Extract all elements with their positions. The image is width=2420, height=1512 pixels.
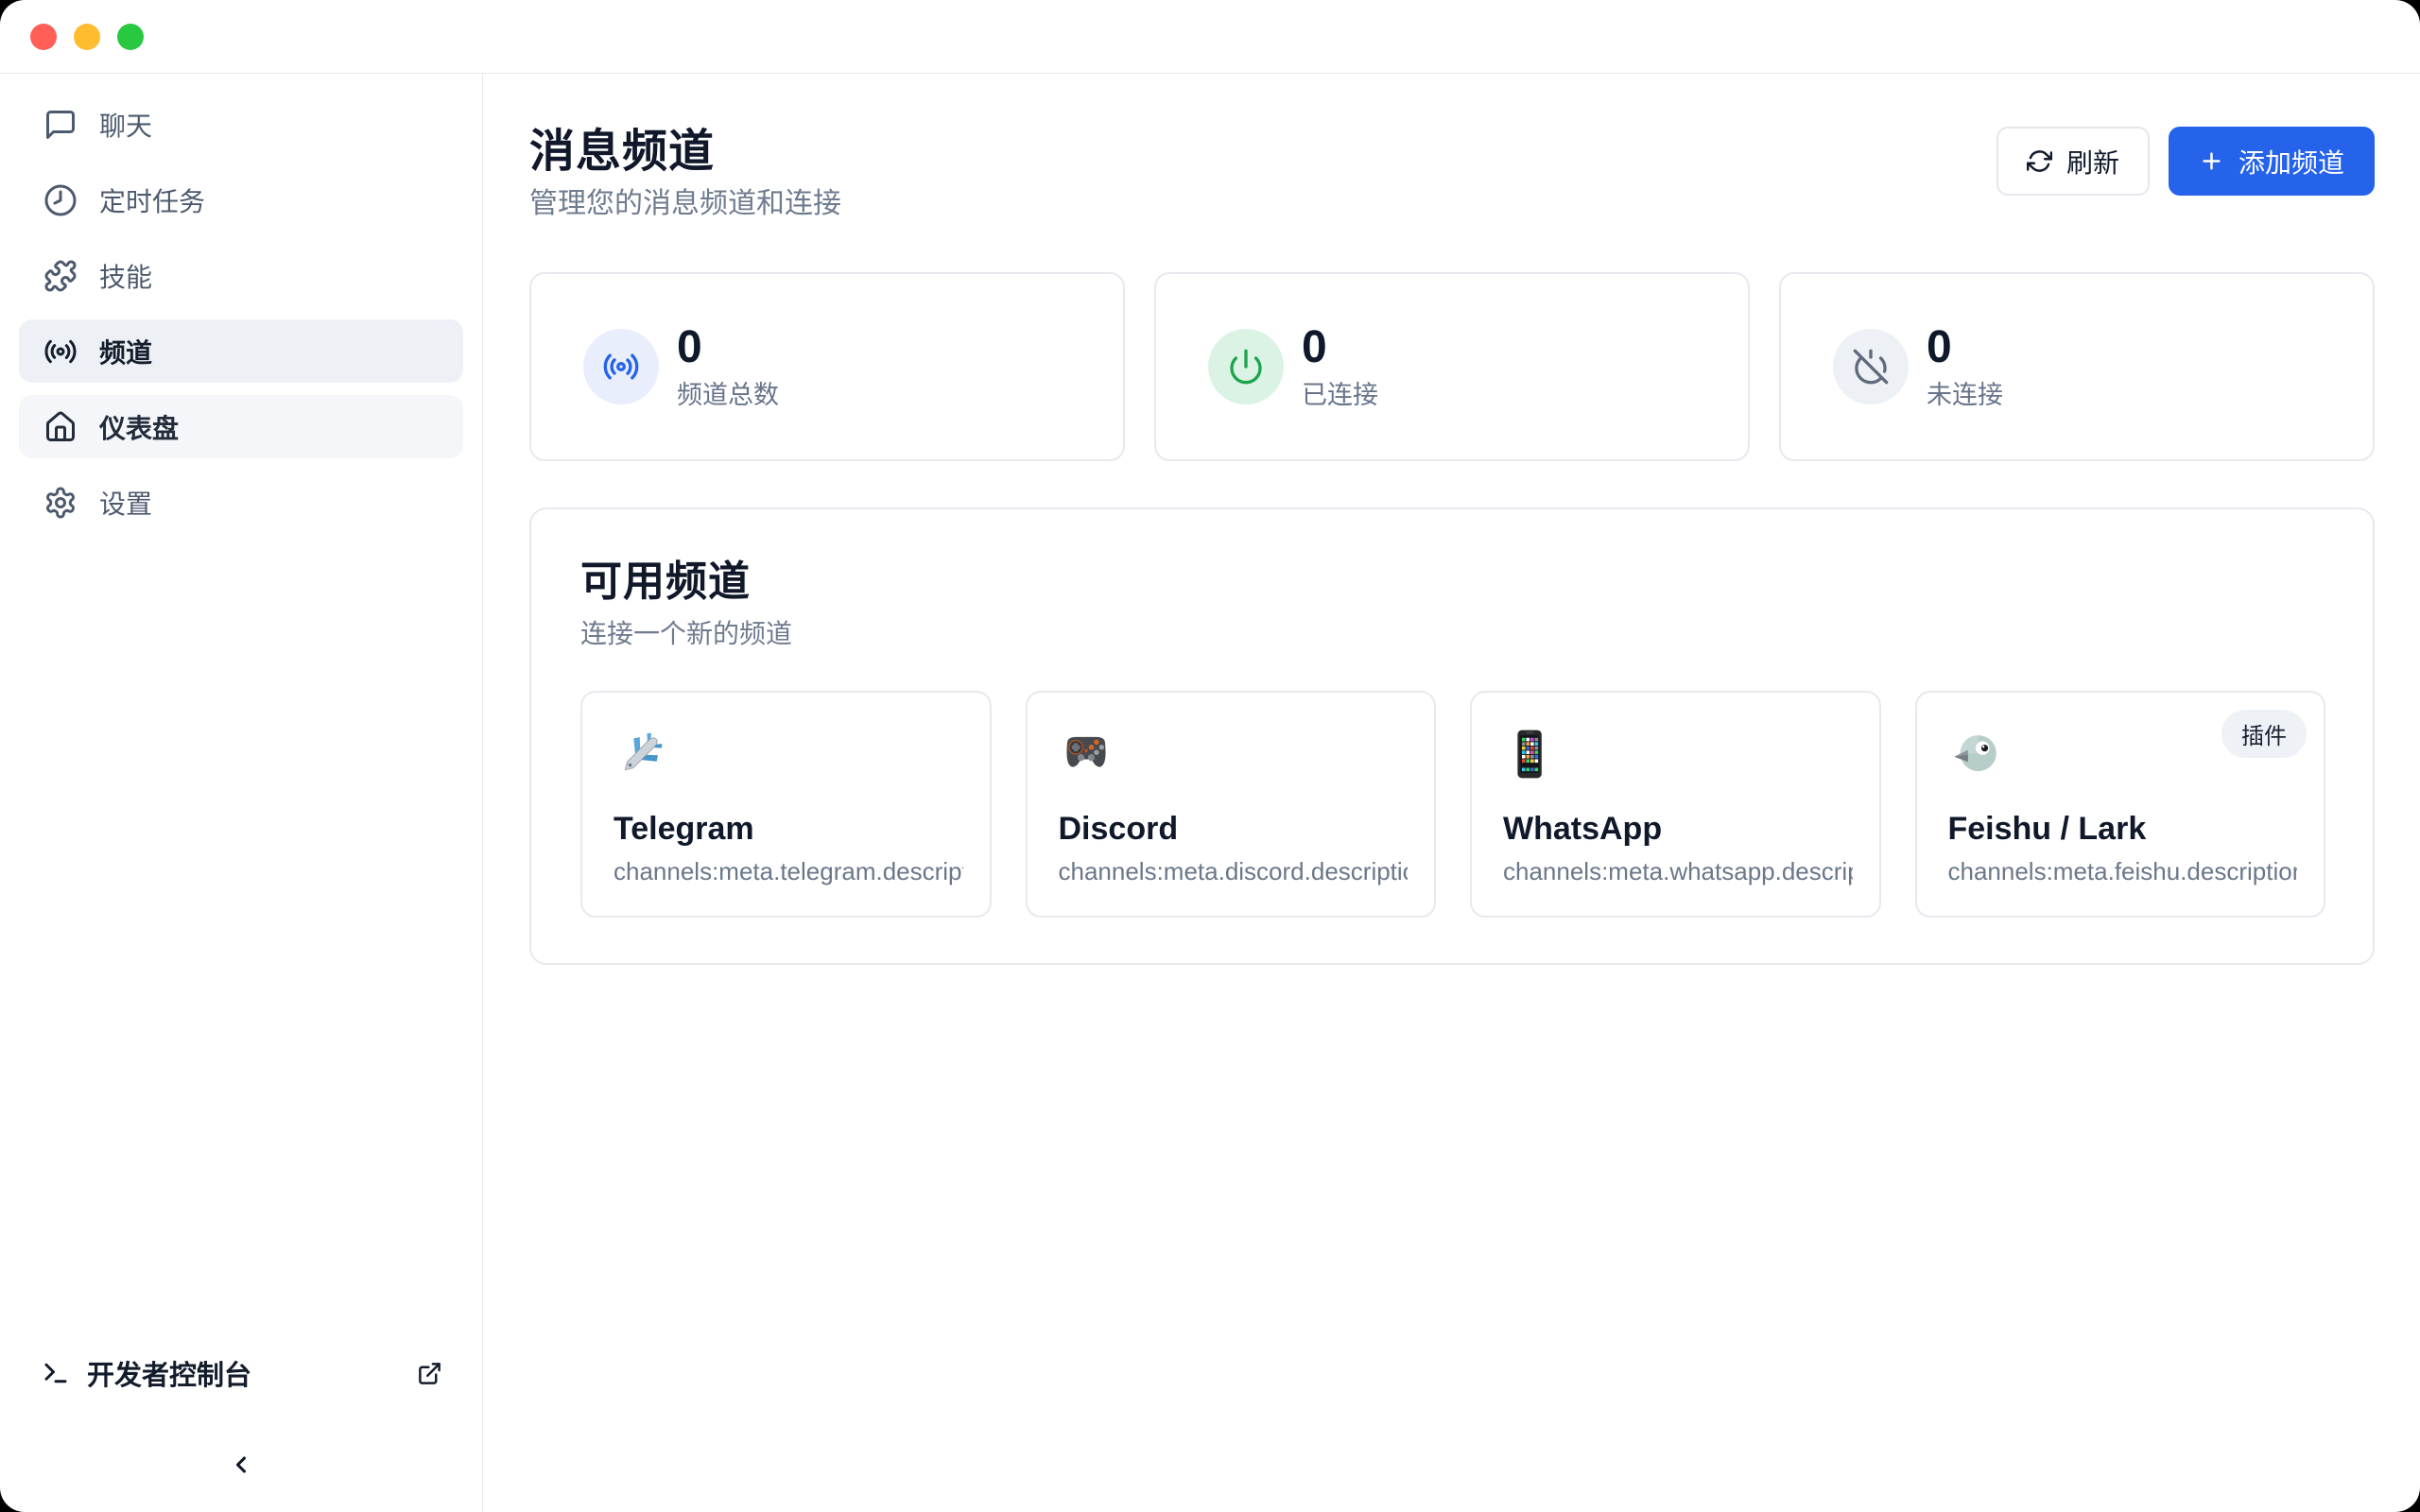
channel-name: Telegram — [614, 810, 963, 848]
channel-name: Feishu / Lark — [1948, 810, 2298, 848]
sidebar-item-channels[interactable]: 频道 — [19, 319, 463, 383]
channel-description: channels:meta.whatsapp.description — [1503, 855, 1853, 887]
add-channel-button[interactable]: 添加频道 — [2169, 127, 2375, 196]
clock-icon — [43, 183, 78, 217]
radio-icon — [583, 329, 659, 404]
section-subtitle: 连接一个新的频道 — [580, 617, 2325, 651]
channel-description: channels:meta.feishu.description — [1948, 855, 2298, 887]
puzzle-icon — [43, 259, 78, 293]
channel-card-whatsapp[interactable]: WhatsApp channels:meta.whatsapp.descript… — [1470, 691, 1881, 918]
stat-value: 0 — [1927, 323, 2003, 372]
channel-description: channels:meta.telegram.description — [614, 855, 963, 887]
channel-card-telegram[interactable]: Telegram channels:meta.telegram.descript… — [580, 691, 992, 918]
close-window-button[interactable] — [30, 24, 57, 50]
stat-card-total-channels: 0 频道总数 — [529, 272, 1125, 461]
sidebar-item-scheduled-tasks[interactable]: 定时任务 — [19, 168, 463, 232]
sidebar-item-label: 频道 — [99, 333, 152, 370]
page-title: 消息频道 — [529, 125, 841, 180]
stat-label: 已连接 — [1302, 379, 1378, 411]
page-subtitle: 管理您的消息频道和连接 — [529, 185, 841, 223]
bird-emoji-icon — [1948, 727, 2003, 782]
sidebar-item-chat[interactable]: 聊天 — [19, 93, 463, 156]
zoom-window-button[interactable] — [117, 24, 144, 50]
sidebar-item-label: 仪表盘 — [99, 408, 179, 446]
section-title: 可用频道 — [580, 557, 2325, 608]
stat-card-disconnected: 0 未连接 — [1779, 272, 2375, 461]
airplane-emoji-icon — [614, 727, 668, 782]
sidebar-item-label: 设置 — [99, 484, 152, 522]
add-channel-button-label: 添加频道 — [2238, 143, 2344, 180]
power-off-icon — [1833, 329, 1909, 404]
refresh-icon — [2027, 148, 2052, 174]
refresh-button[interactable]: 刷新 — [1996, 127, 2150, 196]
stat-label: 未连接 — [1927, 379, 2003, 411]
sidebar-item-dashboard[interactable]: 仪表盘 — [19, 395, 463, 458]
phone-emoji-icon — [1503, 727, 1558, 782]
sidebar-item-label: 定时任务 — [99, 181, 205, 219]
sidebar-item-skills[interactable]: 技能 — [19, 244, 463, 307]
stat-card-connected: 0 已连接 — [1154, 272, 1750, 461]
sidebar-item-label: 技能 — [99, 257, 152, 295]
refresh-button-label: 刷新 — [2066, 143, 2119, 180]
plugin-badge: 插件 — [2221, 710, 2307, 758]
sidebar-item-label: 聊天 — [99, 106, 152, 144]
stat-value: 0 — [677, 323, 779, 372]
power-icon — [1208, 329, 1284, 404]
home-icon — [43, 410, 78, 444]
gear-icon — [43, 486, 78, 520]
channel-card-discord[interactable]: Discord channels:meta.discord.descriptio… — [1026, 691, 1437, 918]
channel-card-feishu[interactable]: 插件 Feishu / Lark channels:meta.feishu.de… — [1915, 691, 2326, 918]
plus-icon — [2199, 148, 2224, 174]
developer-console-link[interactable]: 开发者控制台 — [19, 1344, 463, 1402]
main-content: 消息频道 管理您的消息频道和连接 刷新 添加频道 — [483, 74, 2420, 1512]
sidebar-item-settings[interactable]: 设置 — [19, 471, 463, 534]
channel-description: channels:meta.discord.description — [1059, 855, 1409, 887]
collapse-sidebar-button[interactable] — [220, 1444, 262, 1486]
chevron-left-icon — [228, 1452, 254, 1478]
gamepad-emoji-icon — [1059, 727, 1114, 782]
stat-label: 频道总数 — [677, 379, 779, 411]
titlebar — [0, 0, 2420, 74]
developer-console-label: 开发者控制台 — [87, 1353, 251, 1393]
stat-value: 0 — [1302, 323, 1378, 372]
terminal-icon — [42, 1359, 70, 1387]
chat-icon — [43, 108, 78, 142]
external-link-icon[interactable] — [417, 1361, 442, 1386]
sidebar: 聊天 定时任务 技能 频道 — [0, 74, 483, 1512]
channel-name: WhatsApp — [1503, 810, 1853, 848]
channel-name: Discord — [1059, 810, 1409, 848]
radio-icon — [43, 335, 78, 369]
available-channels-section: 可用频道 连接一个新的频道 — [529, 507, 2375, 965]
minimize-window-button[interactable] — [74, 24, 100, 50]
app-window: 聊天 定时任务 技能 频道 — [0, 0, 2420, 1512]
